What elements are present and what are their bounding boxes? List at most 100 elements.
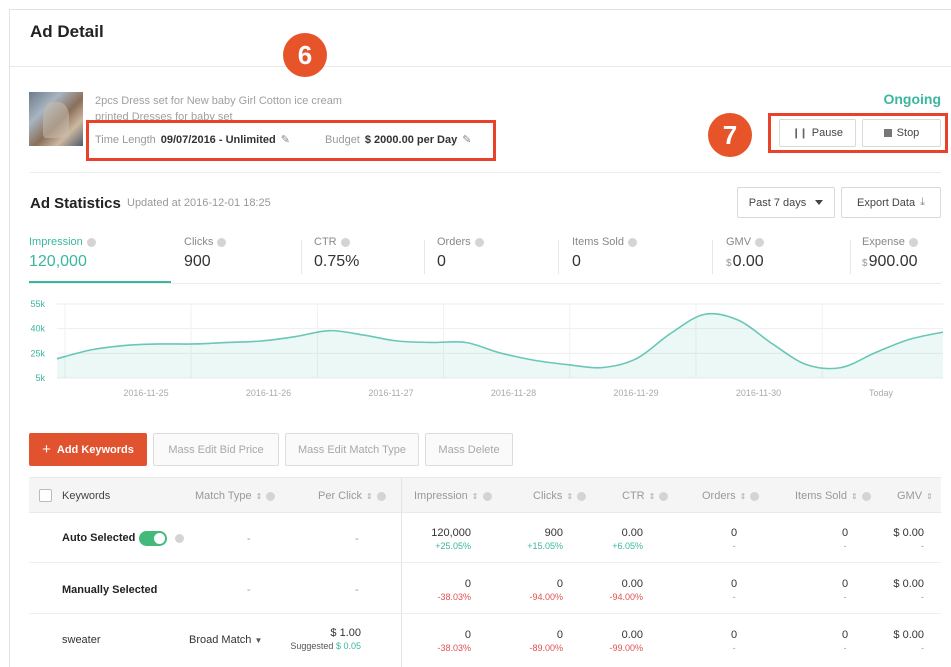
plus-icon: + (42, 441, 51, 458)
info-icon (861, 491, 871, 501)
clicks-cell: 900 +15.05% (527, 527, 563, 551)
auto-selected-toggle[interactable] (139, 531, 167, 546)
header-orders[interactable]: Orders ⇕ (702, 490, 760, 502)
stop-icon (883, 129, 892, 137)
metric-label: Orders (437, 236, 471, 248)
metric-separator (558, 240, 559, 274)
keyword-name: Manually Selected (62, 584, 158, 596)
metric-separator (712, 240, 713, 274)
metric-ctr[interactable]: CTR 0.75% (314, 236, 359, 284)
product-thumbnail (29, 92, 83, 146)
table-row: sweater Broad Match ▼ $ 1.00 Suggested $… (29, 615, 941, 665)
header-keywords: Keywords (62, 490, 111, 502)
budget-value: $ 2000.00 per Day (364, 134, 458, 146)
ctr-cell: 0.00 -94.00% (609, 578, 643, 602)
info-icon (217, 237, 227, 247)
header-gmv[interactable]: GMV ⇕ (897, 490, 933, 502)
per-click-cell: $ 1.00 Suggested $ 0.05 (290, 627, 361, 651)
period-dropdown-label: Past 7 days (748, 196, 807, 209)
metric-label: Clicks (184, 236, 214, 248)
header-impression[interactable]: Impression ⇕ (414, 490, 492, 502)
table-row: Manually Selected - - 0 -38.03% 0 -94.00% … (29, 564, 941, 614)
keyword-name: Auto Selected (62, 532, 136, 544)
section-divider (30, 172, 941, 173)
time-length-label: Time Length (95, 134, 156, 146)
metric-value: 0 (437, 253, 446, 270)
statistics-title: Ad Statistics (30, 195, 121, 212)
gmv-cell: $ 0.00- (893, 527, 924, 551)
info-icon (908, 237, 918, 247)
export-data-button[interactable]: Export Data ⤓ (841, 187, 941, 218)
sort-icon: ⇕ (255, 491, 263, 501)
sort-icon: ⇕ (926, 491, 933, 501)
impression-trend-chart: 55k 40k 25k 5k 2016-11-25 2016-11-26 2016-11-2… (30, 299, 944, 398)
statistics-updated-time: Updated at 2016-12-01 18:25 (127, 197, 271, 209)
y-tick-label: 40k (30, 324, 45, 334)
budget-label: Budget (325, 134, 360, 146)
metric-impression[interactable]: Impression 120,000 (29, 236, 96, 284)
mass-edit-match-button[interactable]: Mass Edit Match Type (285, 433, 419, 466)
per-click: - (355, 584, 359, 596)
mass-edit-bid-button[interactable]: Mass Edit Bid Price (153, 433, 279, 466)
items-sold-cell: 0- (842, 527, 849, 551)
per-click-value[interactable]: $ 1.00 (290, 627, 361, 639)
metric-orders[interactable]: Orders 0 (437, 236, 484, 284)
orders-cell: 0- (731, 578, 738, 602)
metric-separator (424, 240, 425, 274)
edit-time-length-icon[interactable]: ✎ (281, 135, 291, 146)
y-tick-label: 55k (30, 299, 45, 309)
mass-edit-match-label: Mass Edit Match Type (297, 443, 406, 456)
metric-value: 0.00 (732, 253, 764, 270)
metric-value: 900.00 (868, 253, 918, 270)
download-icon: ⤓ (920, 196, 925, 208)
gmv-cell: $ 0.00- (893, 578, 924, 602)
x-tick-label: 2016-11-25 (123, 388, 168, 398)
pause-button[interactable]: ❙❙ Pause (779, 119, 856, 147)
annotation-marker-7: 7 (708, 113, 752, 157)
chevron-down-icon: ▼ (254, 636, 263, 645)
info-icon (577, 491, 587, 501)
metric-value: 0.75% (314, 253, 360, 270)
header-per-click[interactable]: Per Click ⇕ (318, 490, 386, 502)
stop-button[interactable]: Stop (862, 119, 941, 147)
info-icon (627, 237, 637, 247)
export-data-label: Export Data (857, 196, 916, 209)
metric-separator (850, 240, 851, 274)
metric-expense[interactable]: Expense $900.00 (862, 236, 918, 284)
sort-icon: ⇕ (648, 491, 656, 501)
y-tick-label: 25k (30, 348, 45, 358)
metric-clicks[interactable]: Clicks 900 (184, 236, 227, 284)
match-type: - (247, 533, 251, 545)
currency-symbol: $ (862, 258, 868, 269)
mass-delete-button[interactable]: Mass Delete (425, 433, 513, 466)
time-length: Time Length 09/07/2016 - Unlimited ✎ (95, 134, 291, 146)
period-dropdown[interactable]: Past 7 days (737, 187, 835, 218)
add-keywords-button[interactable]: + Add Keywords (29, 433, 147, 466)
header-ctr[interactable]: CTR ⇕ (622, 490, 669, 502)
select-all-checkbox[interactable] (39, 489, 52, 502)
table-header: Keywords Match Type ⇕ Per Click ⇕ Impressi… (29, 477, 941, 513)
orders-cell: 0- (731, 527, 738, 551)
metric-items-sold[interactable]: Items Sold 0 (572, 236, 637, 284)
match-type: - (247, 584, 251, 596)
header-match-type[interactable]: Match Type ⇕ (195, 490, 276, 502)
suggested-label: Suggested (290, 641, 334, 651)
edit-budget-icon[interactable]: ✎ (462, 135, 472, 146)
match-type-dropdown[interactable]: Broad Match ▼ (189, 634, 262, 646)
y-tick-label: 5k (35, 373, 45, 383)
x-tick-label: Today (869, 388, 894, 398)
header-items-sold[interactable]: Items Sold ⇕ (795, 490, 871, 502)
pause-icon: ❙❙ (792, 127, 808, 139)
metric-value: 0 (572, 253, 581, 270)
x-tick-label: 2016-11-30 (736, 388, 781, 398)
currency-symbol: $ (726, 258, 732, 269)
metric-separator (301, 240, 302, 274)
ctr-cell: 0.00 +6.05% (612, 527, 643, 551)
metric-gmv[interactable]: GMV $0.00 (726, 236, 765, 284)
table-row: Auto Selected - - 120,000 +25.05% 900 +15.… (29, 513, 941, 563)
header-clicks[interactable]: Clicks ⇕ (533, 490, 587, 502)
suggested-value: $ 0.05 (335, 641, 361, 651)
mass-delete-label: Mass Delete (438, 443, 500, 456)
header-divider (10, 66, 951, 67)
metric-label: Impression (29, 236, 83, 248)
